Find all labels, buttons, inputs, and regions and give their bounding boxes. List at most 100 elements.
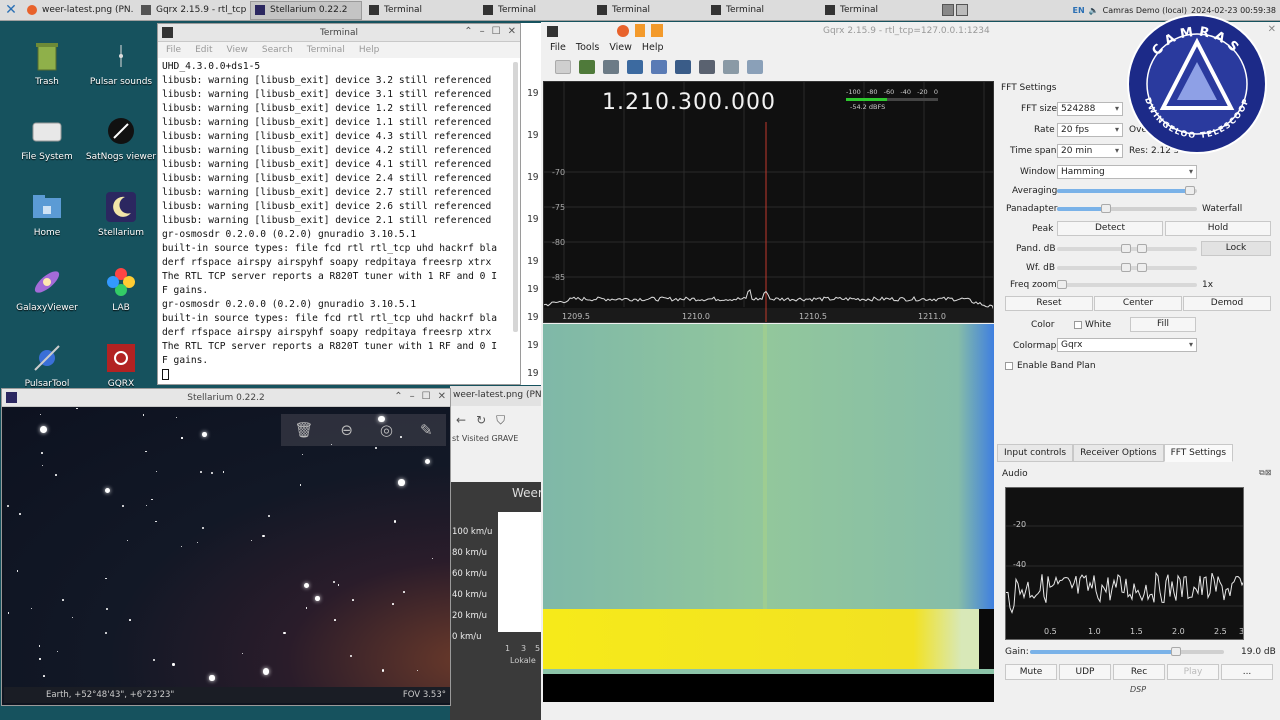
hold-button[interactable]: Hold (1165, 221, 1271, 236)
keyboard-layout[interactable]: EN (1073, 6, 1085, 15)
desktop-icon-galaxyviewer[interactable]: GalaxyViewer (7, 264, 87, 313)
taskbar-item-terminal-1[interactable]: Terminal (364, 1, 476, 20)
tab-input-controls[interactable]: Input controls (997, 444, 1074, 462)
lock-icon[interactable] (635, 24, 645, 37)
taskbar-item-weer[interactable]: weer-latest.png (PN... (22, 1, 134, 20)
menu-file[interactable]: File (550, 42, 566, 53)
pand-db-range-slider[interactable] (1057, 244, 1197, 253)
slider-knob[interactable] (1057, 280, 1067, 289)
tab-receiver-options[interactable]: Receiver Options (1073, 444, 1164, 462)
sky-view[interactable]: 🗑 ⊖ ◎ ✎ (4, 408, 450, 688)
workspace-1[interactable] (942, 4, 954, 16)
wrench-icon[interactable]: ✎ (420, 421, 433, 439)
terminal-scrollbar[interactable] (513, 62, 518, 332)
start-menu-button[interactable]: ✕ (0, 0, 22, 21)
speaker-icon[interactable]: 🔈 (1089, 6, 1099, 15)
menu-help[interactable]: Help (642, 42, 664, 53)
taskbar-item-terminal-5[interactable]: Terminal (820, 1, 932, 20)
detect-button[interactable]: Detect (1057, 221, 1163, 236)
close-icon[interactable]: ✕ (438, 391, 446, 402)
play-button[interactable]: Play (1167, 664, 1219, 680)
camera-icon[interactable] (651, 24, 663, 37)
tools-icon[interactable] (723, 60, 739, 74)
workspace-2[interactable] (956, 4, 968, 16)
checkbox-box[interactable] (1074, 321, 1082, 329)
udp-button[interactable]: UDP (1059, 664, 1111, 680)
checkbox-box[interactable] (1005, 362, 1013, 370)
remote-control-icon[interactable] (699, 60, 715, 74)
lock-button[interactable]: Lock (1201, 241, 1271, 256)
maximize-icon[interactable]: ☐ (492, 26, 501, 37)
sensor-icon[interactable]: ◎ (380, 421, 393, 439)
fft-plot[interactable]: 1.210.300.000 -100 -80 -60 -40 -20 0 -54… (543, 81, 994, 323)
taskbar-item-gqrx[interactable]: Gqrx 2.15.9 - rtl_tcp... (136, 1, 248, 20)
desktop-icon-satnogs[interactable]: SatNogs viewer (81, 113, 161, 162)
menu-terminal[interactable]: Terminal (307, 45, 345, 55)
desktop-icon-trash[interactable]: Trash (7, 38, 87, 87)
freq-zoom-slider[interactable] (1057, 280, 1197, 289)
averaging-slider[interactable] (1057, 186, 1197, 195)
slider-knob-high[interactable] (1137, 263, 1147, 272)
save-icon[interactable] (627, 60, 643, 74)
taskbar-item-terminal-4[interactable]: Terminal (706, 1, 818, 20)
screenshot-icon[interactable] (675, 60, 691, 74)
slider-knob[interactable] (1101, 204, 1111, 213)
taskbar-item-terminal-2[interactable]: Terminal (478, 1, 590, 20)
slider-knob-low[interactable] (1121, 263, 1131, 272)
mute-button[interactable]: Mute (1005, 664, 1057, 680)
window-shade-icon[interactable]: ⌃ (464, 26, 472, 37)
rec-button[interactable]: Rec (1113, 664, 1165, 680)
center-button[interactable]: Center (1094, 296, 1182, 311)
desktop-icon-pulsartool[interactable]: PulsarTool (7, 340, 87, 389)
shield-icon[interactable]: ⛉ (496, 413, 505, 428)
desktop-icon-home[interactable]: Home (7, 189, 87, 238)
taskbar-item-stellarium[interactable]: Stellarium 0.22.2 (250, 0, 362, 20)
pandapter-waterfall-slider[interactable] (1057, 204, 1197, 213)
colormap-select[interactable]: Gqrx (1057, 338, 1197, 352)
menu-file[interactable]: File (166, 45, 181, 55)
minimize-icon[interactable]: – (480, 26, 485, 37)
desktop-icon-gqrx[interactable]: GQRX (81, 340, 161, 389)
mount-icon[interactable]: ⊖ (340, 421, 353, 439)
terminal-titlebar[interactable]: Terminal ⌃ – ☐ ✕ (158, 24, 520, 42)
slider-knob-high[interactable] (1137, 244, 1147, 253)
bookmark-icon[interactable] (651, 60, 667, 74)
back-icon[interactable]: ← (456, 413, 466, 427)
bookmarks-bar[interactable]: st Visited GRAVE (450, 434, 542, 450)
desktop-icon-file-system[interactable]: File System (7, 113, 87, 162)
maximize-icon[interactable]: ☐ (422, 391, 431, 402)
audio-fft-plot[interactable]: -20 -40 0.5 1.0 1.5 2.0 2.5 3 (1005, 487, 1244, 640)
start-dsp-icon[interactable] (555, 60, 571, 74)
io-devices-icon[interactable] (579, 60, 595, 74)
time-span-select[interactable]: 20 min (1057, 144, 1123, 158)
frequency-readout[interactable]: 1.210.300.000 (602, 90, 776, 115)
wf-db-range-slider[interactable] (1057, 263, 1197, 272)
terminal-output[interactable]: UHD_4.3.0.0+ds1-5 libusb: warning [libusb… (158, 58, 520, 384)
menu-tools[interactable]: Tools (576, 42, 599, 53)
workspace-switcher[interactable] (942, 4, 968, 16)
reset-button[interactable]: Reset (1005, 296, 1093, 311)
close-icon[interactable]: ✕ (508, 26, 516, 37)
minimize-icon[interactable]: – (410, 391, 415, 402)
menu-search[interactable]: Search (262, 45, 293, 55)
waterfall-display[interactable] (543, 324, 994, 674)
undock-icon[interactable]: ⧉⊠ (1259, 468, 1271, 478)
taskbar-item-terminal-3[interactable]: Terminal (592, 1, 704, 20)
menu-help[interactable]: Help (359, 45, 380, 55)
trash-icon[interactable]: 🗑 (294, 421, 313, 439)
network-icon[interactable] (747, 60, 763, 74)
band-plan-checkbox[interactable]: Enable Band Plan (1005, 361, 1096, 371)
menu-view[interactable]: View (227, 45, 248, 55)
audio-gain-slider[interactable] (1030, 647, 1224, 656)
demod-button[interactable]: Demod (1183, 296, 1271, 311)
window-shade-icon[interactable]: ⌃ (394, 391, 402, 402)
reload-icon[interactable]: ↻ (476, 413, 486, 427)
white-checkbox[interactable]: White (1074, 320, 1111, 330)
tab-fft-settings[interactable]: FFT Settings (1163, 444, 1234, 462)
desktop-icon-lab[interactable]: LAB (81, 264, 161, 313)
fft-size-select[interactable]: 524288 (1057, 102, 1123, 116)
slider-knob[interactable] (1170, 647, 1181, 656)
firefox-icon[interactable] (617, 25, 629, 37)
desktop-icon-pulsar-sounds[interactable]: Pulsar sounds (81, 38, 161, 87)
browser-tab[interactable]: weer-latest.png (PNG (450, 386, 542, 406)
